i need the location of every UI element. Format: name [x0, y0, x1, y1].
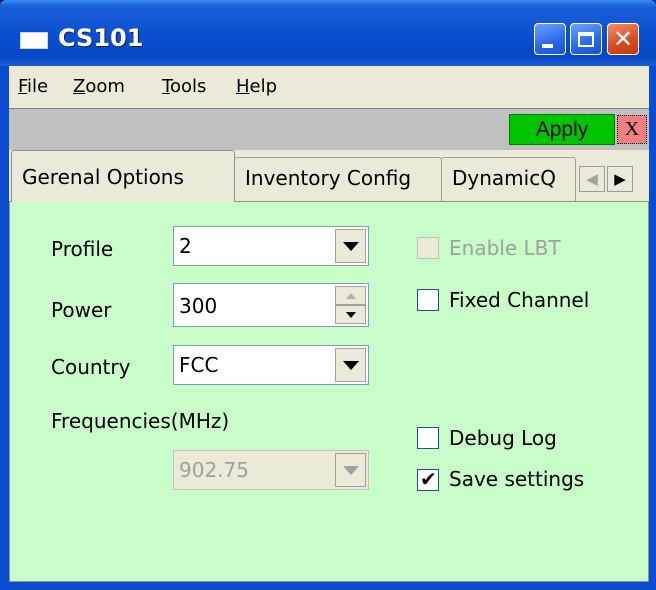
debug-log-checkbox[interactable] [417, 427, 439, 449]
frequencies-select[interactable]: 902.75 [173, 450, 369, 490]
menu-file-label: ile [27, 76, 49, 97]
tab-strip: Gerenal Options Inventory Config Dynamic… [9, 150, 649, 202]
tab-dynamicq[interactable]: DynamicQ [441, 157, 576, 201]
enable-lbt-checkbox[interactable] [417, 237, 439, 259]
profile-label: Profile [51, 237, 114, 261]
tab-general-options[interactable]: Gerenal Options [11, 150, 235, 202]
menu-zoom[interactable]: Zoom [73, 76, 125, 97]
menu-tools-mnemonic: T [162, 76, 170, 97]
menu-bar: File Zoom Tools Help [9, 66, 649, 108]
window-title: CS101 [58, 24, 144, 52]
window-icon [20, 32, 48, 49]
menu-help-label: elp [249, 76, 278, 97]
power-label: Power [51, 298, 112, 322]
general-options-panel: Profile 2 Power 300 Country FCC Frequenc… [9, 201, 649, 582]
toolbar: Apply X [9, 108, 649, 150]
minimize-icon [541, 44, 553, 48]
maximize-button[interactable] [570, 23, 602, 55]
apply-button[interactable]: Apply [509, 114, 615, 145]
profile-select[interactable]: 2 [173, 226, 369, 266]
frequencies-dropdown-button[interactable] [335, 453, 366, 487]
country-select[interactable]: FCC [173, 345, 369, 385]
country-label: Country [51, 355, 131, 379]
window-border-bottom [0, 582, 656, 590]
save-settings-checkbox[interactable]: ✔ [417, 467, 439, 491]
app-window: CS101 ✕ File Zoom Tools Help Apply X Ger… [0, 0, 656, 590]
tab-scroll-left-icon[interactable]: ◀ [579, 166, 605, 192]
menu-zoom-label: oom [85, 76, 125, 97]
chevron-down-icon [345, 311, 356, 318]
close-window-button[interactable]: ✕ [607, 23, 639, 55]
menu-file-mnemonic: F [18, 76, 28, 97]
enable-lbt-label: Enable LBT [449, 236, 561, 260]
menu-tools[interactable]: Tools [162, 76, 206, 97]
country-value: FCC [179, 353, 219, 377]
maximize-icon [578, 31, 594, 47]
minimize-button[interactable] [534, 23, 566, 55]
chevron-down-icon [342, 241, 359, 251]
cancel-x-button[interactable]: X [617, 115, 647, 144]
menu-tools-label: ools [169, 76, 207, 97]
title-bar[interactable]: CS101 ✕ [0, 0, 656, 66]
fixed-channel-checkbox[interactable] [417, 289, 439, 311]
close-icon: ✕ [612, 25, 634, 53]
frequencies-value: 902.75 [179, 458, 249, 482]
debug-log-label: Debug Log [449, 426, 557, 450]
window-border-left [0, 66, 9, 590]
profile-value: 2 [179, 234, 192, 258]
country-dropdown-button[interactable] [335, 348, 366, 382]
frequencies-label: Frequencies(MHz) [51, 409, 230, 433]
tab-inventory-config[interactable]: Inventory Config [234, 157, 442, 201]
power-stepper[interactable]: 300 [173, 283, 369, 327]
chevron-up-icon [345, 292, 356, 299]
tab-scroll-right-icon[interactable]: ▶ [607, 166, 633, 192]
power-decrement-button[interactable] [335, 305, 366, 324]
power-increment-button[interactable] [335, 286, 366, 305]
profile-dropdown-button[interactable] [335, 229, 366, 263]
save-settings-label: Save settings [449, 467, 585, 491]
menu-zoom-mnemonic: Z [73, 76, 86, 97]
power-value: 300 [179, 294, 218, 318]
menu-help[interactable]: Help [236, 76, 277, 97]
checkmark-icon: ✔ [420, 467, 437, 491]
fixed-channel-label: Fixed Channel [449, 288, 590, 312]
menu-help-mnemonic: H [236, 76, 250, 97]
chevron-down-icon [342, 360, 359, 370]
chevron-down-icon [342, 465, 359, 475]
menu-file[interactable]: File [18, 76, 48, 97]
window-border-right [649, 66, 656, 590]
